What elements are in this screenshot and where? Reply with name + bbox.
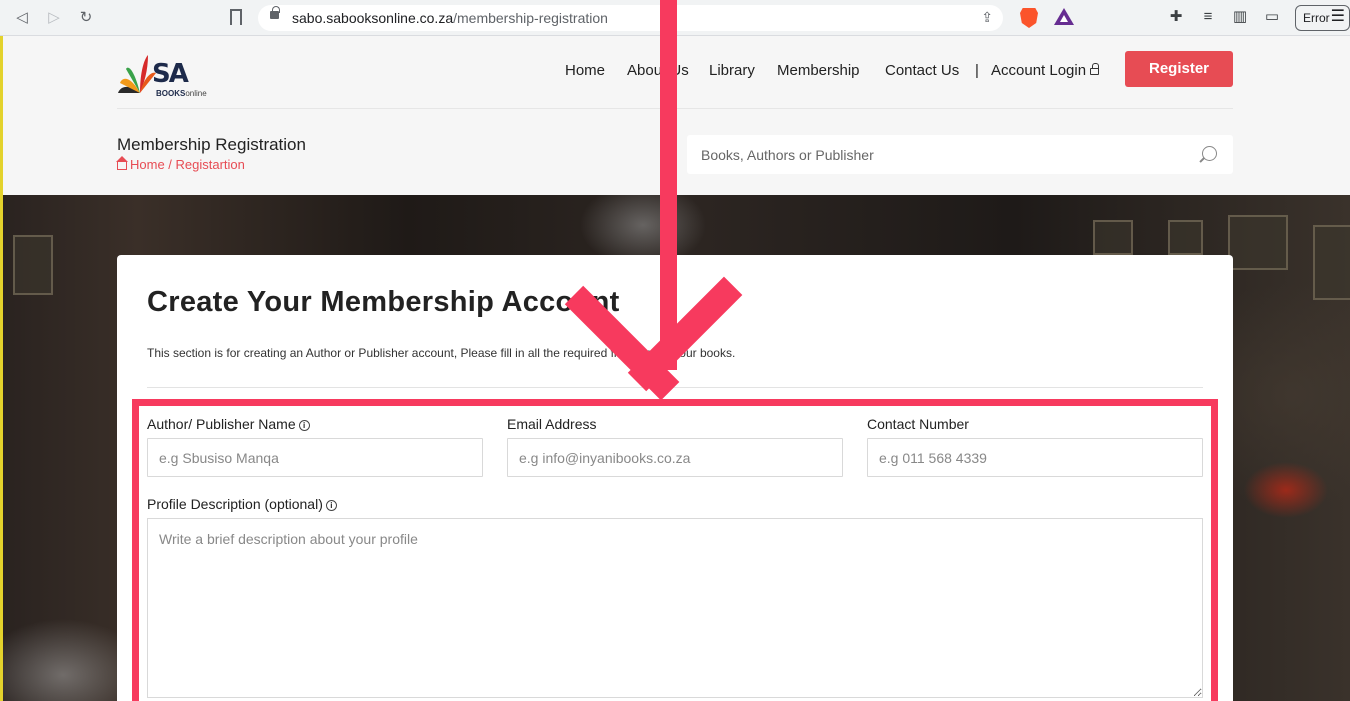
error-label: Error (1303, 11, 1330, 25)
back-icon[interactable]: ◁ (12, 8, 32, 28)
background-frame (1313, 225, 1350, 300)
form-title: Create Your Membership Account (147, 286, 620, 318)
home-icon (116, 156, 128, 170)
bookmark-icon[interactable] (230, 9, 242, 25)
form-divider (147, 387, 1203, 388)
logo-online: online (185, 89, 207, 98)
breadcrumb[interactable]: Home / Registartion (116, 156, 245, 172)
menu-icon: ☰ (1330, 8, 1345, 25)
annotation-arrow-shaft (660, 0, 677, 370)
wallet-icon[interactable]: ▭ (1263, 8, 1281, 26)
page-title: Membership Registration (117, 135, 306, 154)
brave-rewards-icon[interactable] (1054, 8, 1074, 25)
nav-separator: | (975, 62, 979, 79)
background-frame (13, 235, 53, 295)
account-login-label: Account Login (991, 62, 1087, 79)
reload-icon[interactable]: ↻ (76, 8, 96, 28)
search-input[interactable] (687, 135, 1233, 174)
background-frame (1093, 220, 1133, 255)
logo-books: BOOKS (156, 89, 186, 98)
url-text[interactable]: sabo.sabooksonline.co.za/membership-regi… (292, 10, 608, 26)
search-box (687, 135, 1233, 174)
forward-icon[interactable]: ▷ (44, 8, 64, 28)
annotation-highlight-box (132, 399, 1218, 701)
extensions-icon[interactable]: ✚ (1167, 8, 1185, 26)
error-menu-button[interactable]: Error ☰ (1295, 5, 1350, 31)
lock-icon (1090, 63, 1100, 75)
lock-icon (270, 6, 280, 19)
search-icon[interactable] (1202, 146, 1217, 161)
address-bar[interactable]: sabo.sabooksonline.co.za/membership-regi… (258, 5, 1003, 31)
nav-home[interactable]: Home (565, 62, 605, 79)
logo-wordmark: BOOKSonline (156, 89, 207, 98)
playlist-icon[interactable]: ≡ (1199, 8, 1217, 26)
nav-contact[interactable]: Contact Us (885, 62, 959, 79)
background-frame (1228, 215, 1288, 270)
nav-account-login[interactable]: Account Login (991, 62, 1100, 79)
background-frame (1168, 220, 1203, 255)
url-domain: sabo.sabooksonline.co.za (292, 10, 454, 26)
nav-membership[interactable]: Membership (777, 62, 860, 79)
url-path: /membership-registration (453, 10, 608, 26)
nav-library[interactable]: Library (709, 62, 755, 79)
breadcrumb-text[interactable]: Home / Registartion (130, 157, 245, 172)
brave-shield-icon[interactable] (1020, 8, 1038, 28)
sidebar-icon[interactable]: ▥ (1231, 8, 1249, 26)
nav-about[interactable]: About Us (627, 62, 689, 79)
share-icon[interactable]: ⇪ (981, 9, 993, 26)
register-button[interactable]: Register (1125, 51, 1233, 87)
